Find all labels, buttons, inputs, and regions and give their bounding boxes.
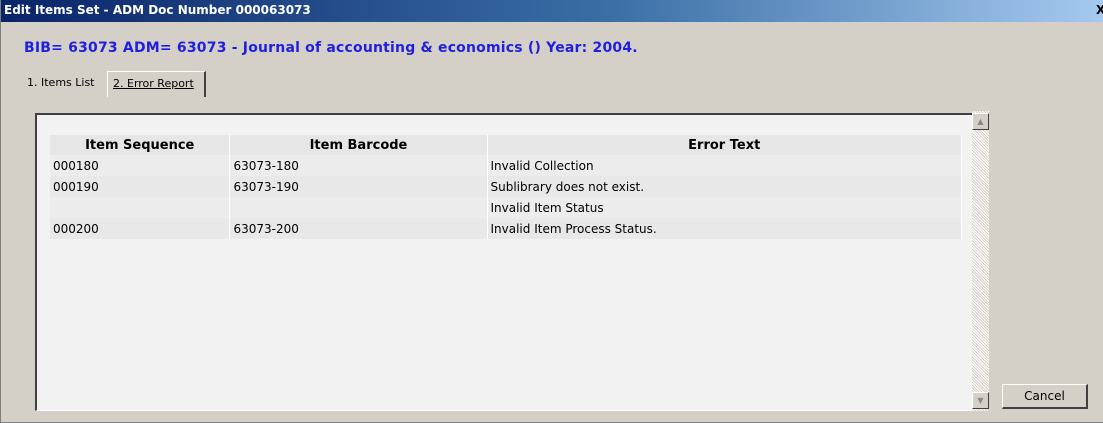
item-sequence-cell: 000180 bbox=[50, 155, 231, 176]
item-barcode-cell: 63073-200 bbox=[229, 218, 488, 239]
record-heading: BIB= 63073 ADM= 63073 - Journal of accou… bbox=[24, 40, 638, 56]
error-table: Item Sequence Item Barcode Error Text 00… bbox=[50, 135, 962, 239]
vertical-scrollbar[interactable]: ▲ ▼ bbox=[972, 111, 989, 411]
tab-items-list[interactable]: 1. Items List bbox=[22, 71, 106, 94]
title-bar[interactable]: Edit Items Set - ADM Doc Number 00006307… bbox=[1, 0, 1103, 22]
item-barcode-cell: 63073-190 bbox=[229, 176, 488, 197]
table-row[interactable]: 000200 63073-200 Invalid Item Process St… bbox=[50, 218, 962, 239]
item-sequence-cell bbox=[50, 197, 231, 218]
error-text-cell: Invalid Item Status bbox=[487, 197, 962, 218]
tab-error-report-label: 2. Error Report bbox=[113, 77, 194, 90]
column-header-item-barcode[interactable]: Item Barcode bbox=[229, 135, 488, 155]
edit-items-set-dialog: Edit Items Set - ADM Doc Number 00006307… bbox=[0, 0, 1103, 423]
error-text-cell: Invalid Item Process Status. bbox=[487, 218, 962, 239]
tab-items-list-label: 1. Items List bbox=[27, 76, 95, 89]
scroll-up-icon[interactable]: ▲ bbox=[972, 113, 989, 130]
table-header-row: Item Sequence Item Barcode Error Text bbox=[50, 135, 962, 155]
item-sequence-cell: 000190 bbox=[50, 176, 231, 197]
tab-error-report[interactable]: 2. Error Report bbox=[107, 71, 206, 97]
cancel-button[interactable]: Cancel bbox=[1002, 384, 1088, 409]
column-header-error-text[interactable]: Error Text bbox=[487, 135, 962, 155]
table-row[interactable]: 000190 63073-190 Sublibrary does not exi… bbox=[50, 176, 962, 197]
item-sequence-cell: 000200 bbox=[50, 218, 231, 239]
item-barcode-cell: 63073-180 bbox=[229, 155, 488, 176]
error-text-cell: Invalid Collection bbox=[487, 155, 962, 176]
scroll-down-icon[interactable]: ▼ bbox=[972, 392, 989, 409]
error-report-panel: Item Sequence Item Barcode Error Text 00… bbox=[35, 113, 989, 411]
column-header-item-sequence[interactable]: Item Sequence bbox=[50, 135, 231, 155]
error-text-cell: Sublibrary does not exist. bbox=[487, 176, 962, 197]
close-icon[interactable]: X bbox=[1096, 3, 1103, 19]
table-row[interactable]: Invalid Item Status bbox=[50, 197, 962, 218]
window-title: Edit Items Set - ADM Doc Number 00006307… bbox=[4, 3, 311, 17]
table-row[interactable]: 000180 63073-180 Invalid Collection bbox=[50, 155, 962, 176]
item-barcode-cell bbox=[229, 197, 488, 218]
